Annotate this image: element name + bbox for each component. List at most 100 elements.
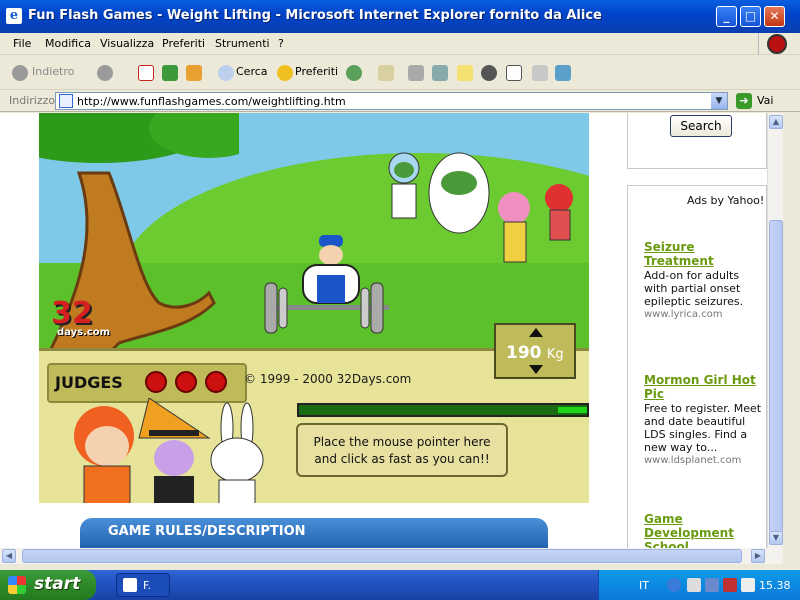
notes-icon[interactable] (457, 65, 473, 81)
start-button[interactable]: start (0, 570, 96, 600)
ad-desc: Free to register. Meet and date beautifu… (644, 402, 762, 454)
menu-preferiti[interactable]: Preferiti (162, 37, 205, 50)
edit-icon[interactable] (432, 65, 448, 81)
menu-visualizza[interactable]: Visualizza (100, 37, 154, 50)
page-icon (59, 94, 73, 108)
vertical-scroll-thumb[interactable] (769, 220, 783, 533)
links-icon[interactable] (555, 65, 571, 81)
ad-title[interactable]: Mormon Girl Hot Pic (644, 373, 762, 401)
instruction-line-1: Place the mouse pointer here (313, 435, 491, 449)
history-icon[interactable] (346, 65, 362, 81)
weight-down-arrow-icon[interactable] (529, 365, 543, 374)
logo-number: 32 (51, 296, 93, 331)
power-bar (297, 403, 589, 417)
home-icon[interactable] (186, 65, 202, 81)
messenger-icon[interactable] (481, 65, 497, 81)
refresh-icon[interactable] (162, 65, 178, 81)
menu-strumenti[interactable]: Strumenti (215, 37, 270, 50)
scroll-right-arrow-icon[interactable]: ▶ (751, 549, 765, 563)
judge-light (175, 371, 197, 393)
toolbar: Indietro Cerca Preferiti (0, 56, 800, 90)
judge-light (145, 371, 167, 393)
scroll-down-arrow-icon[interactable]: ▼ (769, 531, 783, 545)
go-arrow-icon[interactable]: ➜ (736, 93, 752, 109)
judges-panel: JUDGES (47, 363, 247, 403)
start-label: start (34, 574, 81, 594)
close-button[interactable]: ✕ (764, 6, 785, 27)
judge-light (205, 371, 227, 393)
horizontal-scrollbar[interactable]: ◀ ▶ (0, 548, 783, 564)
ad-title[interactable]: Seizure Treatment (644, 240, 762, 268)
menu-bar: File Modifica Visualizza Preferiti Strum… (0, 33, 800, 55)
back-button[interactable]: Indietro (32, 65, 74, 78)
ads-by-yahoo[interactable]: Ads by Yahoo! (687, 194, 764, 207)
flash-game[interactable]: 32 days.com JUDGES © 1999 - 2000 32Days.… (39, 113, 589, 503)
menu-modifica[interactable]: Modifica (45, 37, 91, 50)
tray-app-icon[interactable] (723, 578, 737, 592)
scroll-left-arrow-icon[interactable]: ◀ (2, 549, 16, 563)
address-input[interactable]: http://www.funflashgames.com/weightlifti… (55, 92, 728, 110)
alice-logo-icon (767, 34, 787, 54)
click-area[interactable]: Place the mouse pointer here and click a… (296, 423, 508, 477)
menu-help[interactable]: ? (278, 37, 284, 50)
address-dropdown-icon[interactable]: ▼ (711, 93, 727, 109)
address-url[interactable]: http://www.funflashgames.com/weightlifti… (77, 95, 346, 108)
forward-arrow-icon[interactable] (97, 65, 113, 81)
title-bar[interactable]: e Fun Flash Games - Weight Lifting - Mic… (0, 0, 800, 33)
windows-flag-icon (8, 576, 26, 594)
brand-logo (758, 33, 794, 55)
address-bar: Indirizzo http://www.funflashgames.com/w… (0, 90, 800, 112)
language-indicator[interactable]: IT (639, 579, 649, 592)
ad-item[interactable]: Mormon Girl Hot Pic Free to register. Me… (644, 373, 762, 466)
weight-unit: Kg (546, 347, 564, 362)
back-arrow-icon[interactable] (12, 65, 28, 81)
scroll-up-arrow-icon[interactable]: ▲ (769, 115, 783, 129)
ad-title[interactable]: Game Development School (644, 512, 762, 548)
tray-network-icon[interactable] (687, 578, 701, 592)
search-box: Search (627, 113, 767, 169)
research-icon[interactable] (506, 65, 522, 81)
spectator-characters (388, 152, 573, 263)
weight-up-arrow-icon[interactable] (529, 328, 543, 337)
taskbar-ie-window[interactable]: F. (116, 573, 170, 597)
print-icon[interactable] (408, 65, 424, 81)
menu-file[interactable]: File (13, 37, 31, 50)
judges-label: JUDGES (55, 373, 123, 392)
weight-number: 190 (506, 343, 542, 363)
ad-url[interactable]: www.lyrica.com (644, 309, 762, 320)
weight-selector: 190 Kg (494, 323, 576, 379)
logo-text: days.com (57, 327, 111, 338)
tray-volume-icon[interactable] (741, 578, 755, 592)
ie-task-icon (123, 578, 137, 592)
clock: 15.38 (759, 579, 791, 592)
instruction-line-2: and click as fast as you can!! (314, 452, 490, 466)
favorites-star-icon[interactable] (277, 65, 293, 81)
taskbar-task-label: F. (143, 579, 152, 592)
go-button[interactable]: Vai (757, 94, 773, 107)
taskbar: start F. IT 15.38 (0, 570, 800, 600)
sidebar: Search Ads by Yahoo! Seizure Treatment A… (627, 113, 767, 548)
ad-item[interactable]: Game Development School (644, 512, 762, 548)
tray-monitor-icon[interactable] (705, 578, 719, 592)
ads-box: Ads by Yahoo! Seizure Treatment Add-on f… (627, 185, 767, 548)
search-submit-button[interactable]: Search (670, 115, 732, 137)
mail-icon[interactable] (378, 65, 394, 81)
ad-desc: Add-on for adults with partial onset epi… (644, 269, 744, 308)
window-title: Fun Flash Games - Weight Lifting - Micro… (28, 8, 602, 23)
stop-icon[interactable] (138, 65, 154, 81)
rules-header: GAME RULES/DESCRIPTION (80, 518, 548, 548)
vertical-scrollbar[interactable]: ▲ ▼ (767, 113, 783, 548)
horizontal-scroll-thumb[interactable] (22, 549, 742, 563)
tools-icon[interactable] (532, 65, 548, 81)
favorites-button[interactable]: Preferiti (295, 65, 338, 78)
page-content: 32 days.com JUDGES © 1999 - 2000 32Days.… (0, 113, 767, 548)
minimize-button[interactable]: _ (716, 6, 737, 27)
address-label: Indirizzo (9, 94, 56, 107)
search-icon[interactable] (218, 65, 234, 81)
ad-url[interactable]: www.ldsplanet.com (644, 455, 762, 466)
search-button[interactable]: Cerca (236, 65, 268, 78)
maximize-button[interactable]: □ (740, 6, 761, 27)
32days-logo[interactable]: 32 days.com (51, 296, 110, 338)
tray-arrow-icon[interactable] (667, 578, 681, 592)
ad-item[interactable]: Seizure Treatment Add-on for adults with… (644, 240, 762, 320)
